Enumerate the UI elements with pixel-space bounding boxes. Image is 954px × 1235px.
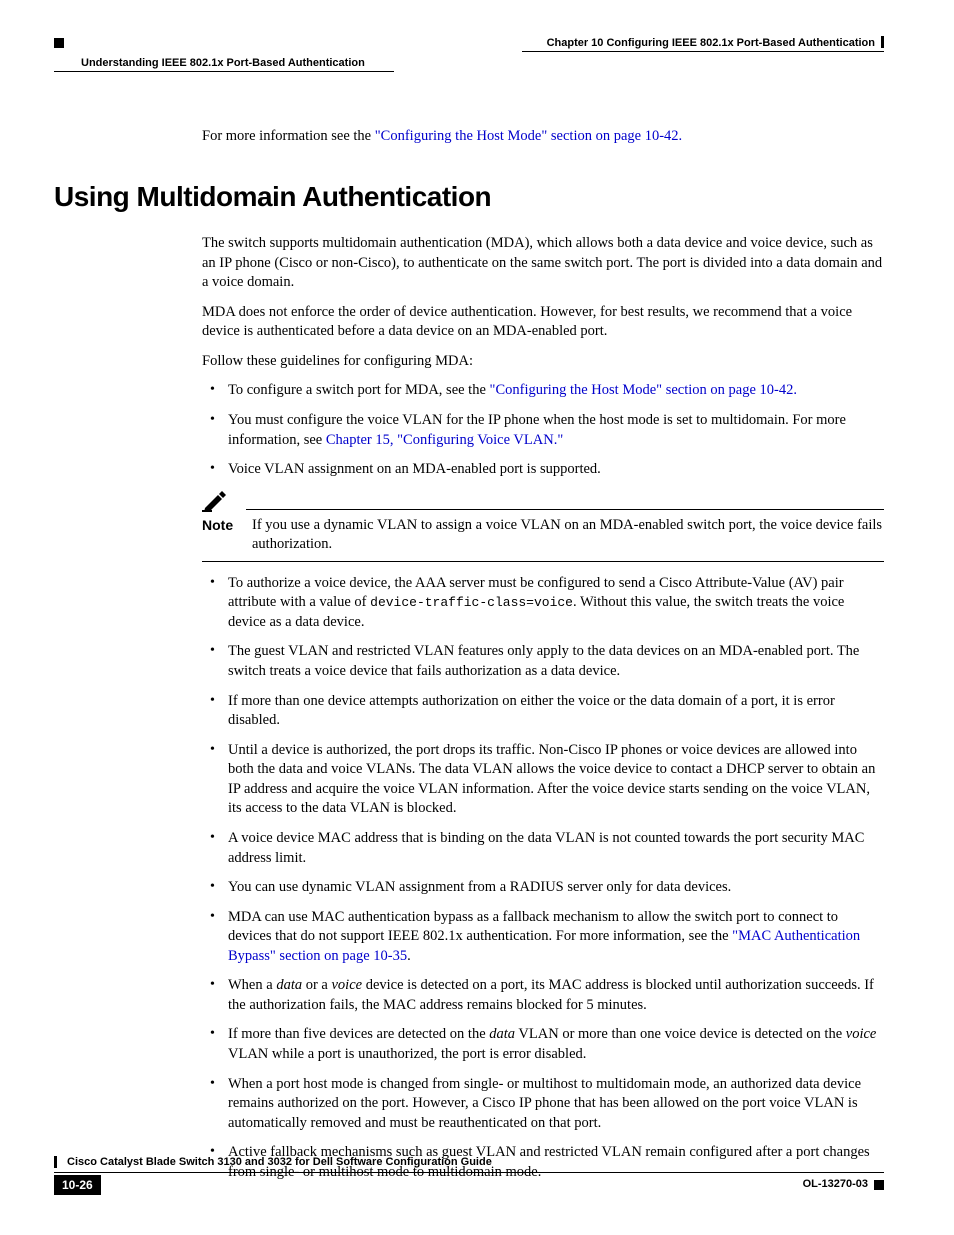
- bullet-item: If more than five devices are detected o…: [202, 1025, 884, 1064]
- bullet-item: You must configure the voice VLAN for th…: [202, 411, 884, 450]
- bullet-text: VLAN or more than one voice device is de…: [515, 1026, 846, 1042]
- bullet-item: The guest VLAN and restricted VLAN featu…: [202, 642, 884, 681]
- bullet-item: Voice VLAN assignment on an MDA-enabled …: [202, 460, 884, 480]
- pencil-icon: [202, 490, 228, 512]
- bullet-item: MDA can use MAC authentication bypass as…: [202, 908, 884, 967]
- italic-term: data: [276, 977, 302, 993]
- bullet-text: When a: [228, 977, 276, 993]
- bullet-text: If more than five devices are detected o…: [228, 1026, 489, 1042]
- chapter-title: Chapter 10 Configuring IEEE 802.1x Port-…: [547, 36, 875, 51]
- italic-term: voice: [846, 1026, 877, 1042]
- code-text: device-traffic-class=voice: [370, 595, 573, 610]
- bullet-item: To configure a switch port for MDA, see …: [202, 381, 884, 401]
- footer-square-icon: [874, 1180, 884, 1190]
- footer-bar-icon: [54, 1156, 57, 1168]
- note-label: Note: [202, 516, 238, 555]
- body: For more information see the "Configurin…: [202, 127, 884, 1183]
- section-heading: Using Multidomain Authentication: [54, 178, 884, 216]
- header-bar-icon: [881, 36, 884, 48]
- document-id: OL-13270-03: [803, 1177, 868, 1192]
- running-header: Chapter 10 Configuring IEEE 802.1x Port-…: [54, 36, 884, 51]
- page: Chapter 10 Configuring IEEE 802.1x Port-…: [0, 0, 954, 1235]
- bullet-item: You can use dynamic VLAN assignment from…: [202, 878, 884, 898]
- guide-title: Cisco Catalyst Blade Switch 3130 and 303…: [67, 1155, 884, 1170]
- bullet-item: To authorize a voice device, the AAA ser…: [202, 574, 884, 633]
- header-rule: [522, 51, 884, 52]
- section-title: Understanding IEEE 802.1x Port-Based Aut…: [81, 56, 884, 71]
- bullet-text: or a: [302, 977, 331, 993]
- bullet-text: .: [407, 948, 411, 964]
- voice-vlan-link[interactable]: Chapter 15, "Configuring Voice VLAN.": [326, 432, 563, 448]
- bullet-item: A voice device MAC address that is bindi…: [202, 829, 884, 868]
- intro-text: For more information see the: [202, 128, 375, 144]
- bullet-item: If more than one device attempts authori…: [202, 692, 884, 731]
- bullet-item: Until a device is authorized, the port d…: [202, 741, 884, 819]
- para-1: The switch supports multidomain authenti…: [202, 234, 884, 293]
- bullet-text: To configure a switch port for MDA, see …: [228, 382, 490, 398]
- italic-term: data: [489, 1026, 515, 1042]
- host-mode-link[interactable]: "Configuring the Host Mode" section on p…: [490, 382, 797, 398]
- italic-term: voice: [331, 977, 362, 993]
- page-footer: Cisco Catalyst Blade Switch 3130 and 303…: [54, 1155, 884, 1195]
- bullet-item: When a data or a voice device is detecte…: [202, 976, 884, 1015]
- para-2: MDA does not enforce the order of device…: [202, 303, 884, 342]
- bullet-list-2: To authorize a voice device, the AAA ser…: [202, 574, 884, 1183]
- footer-rule: [54, 1172, 884, 1173]
- para-3: Follow these guidelines for configuring …: [202, 352, 884, 372]
- header-square-icon: [54, 38, 64, 48]
- bullet-text: VLAN while a port is unauthorized, the p…: [228, 1046, 586, 1062]
- note-rule-top: [246, 509, 884, 510]
- note-block: Note If you use a dynamic VLAN to assign…: [202, 490, 884, 562]
- intro-link[interactable]: "Configuring the Host Mode" section on p…: [375, 128, 682, 144]
- intro-para: For more information see the "Configurin…: [202, 127, 884, 147]
- header-rule-2: [54, 71, 394, 72]
- page-number: 10-26: [54, 1175, 101, 1195]
- note-text: If you use a dynamic VLAN to assign a vo…: [252, 516, 884, 555]
- bullet-item: When a port host mode is changed from si…: [202, 1075, 884, 1134]
- bullet-list-1: To configure a switch port for MDA, see …: [202, 381, 884, 479]
